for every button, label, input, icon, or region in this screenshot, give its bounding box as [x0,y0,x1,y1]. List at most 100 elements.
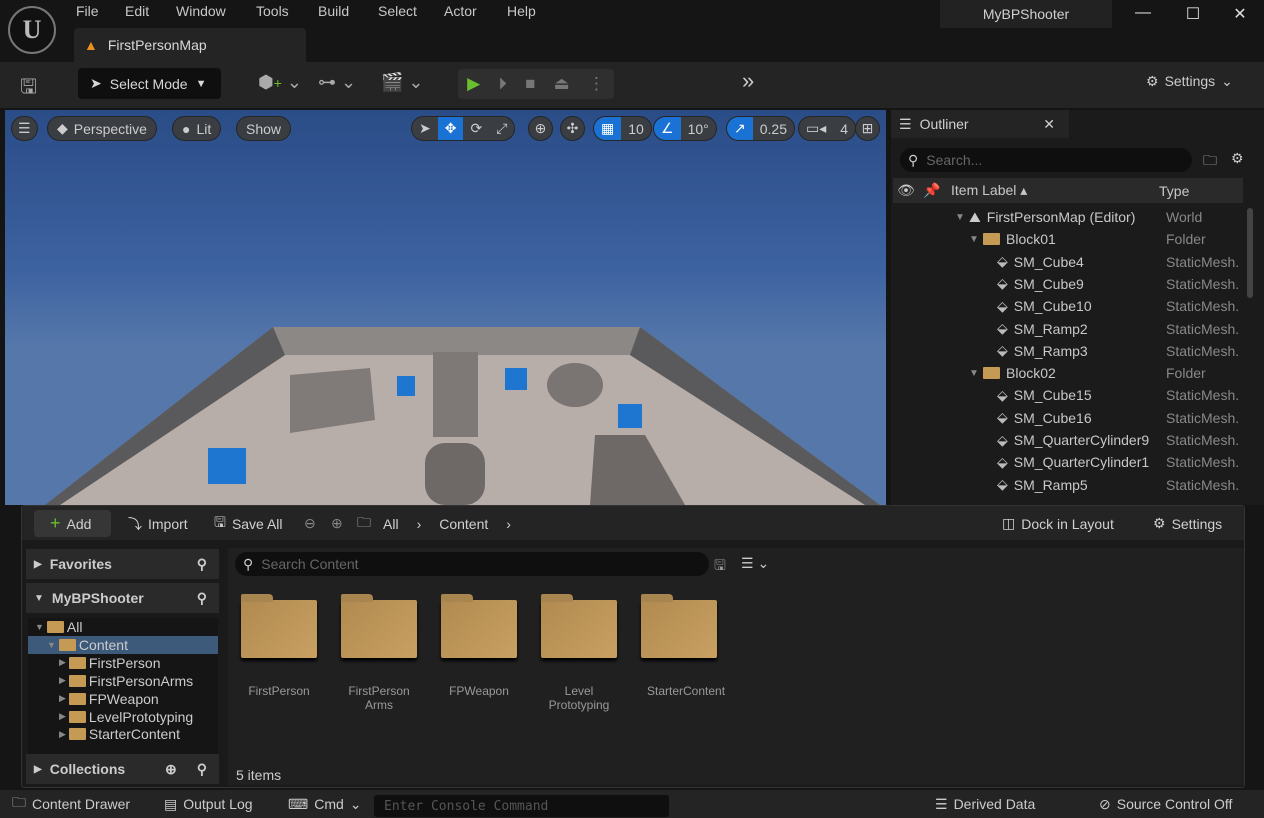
filter-icon[interactable]: ☰ ⌄ [741,555,769,572]
outliner-row[interactable]: ⬙ SM_Cube15 StaticMesh. [891,384,1246,406]
surface-snap-toggle[interactable]: ✣ [560,116,585,141]
select-mode-dropdown[interactable]: ➤ Select Mode ▼ [78,68,221,99]
pin-icon[interactable]: 📌 [919,182,945,199]
add-actor-icon[interactable]: ⬢+ ⌄ [258,72,302,93]
rotate-tool-icon[interactable]: ⟳ [463,117,489,140]
column-type[interactable]: Type [1153,183,1189,199]
expand-icon[interactable]: ▶ [59,711,66,722]
folder-tile[interactable]: FirstPerson Arms [334,594,424,712]
expand-icon[interactable]: ▶ [59,657,66,668]
favorites-section[interactable]: ▶ Favorites ⚲ [26,549,219,579]
eject-icon[interactable]: ⏏ [554,74,570,94]
layout-button[interactable]: ⊞ [855,116,880,141]
outliner-row[interactable]: ▼ ⛰ FirstPersonMap (Editor) World [891,206,1246,228]
world-local-toggle[interactable]: ⊕ [528,116,553,141]
gear-icon[interactable]: ⚙ [1231,150,1244,167]
outliner-search-input[interactable]: ⚲ Search... [900,148,1192,172]
level-viewport[interactable] [5,110,886,505]
perspective-button[interactable]: ◆ Perspective [47,116,157,141]
project-section[interactable]: ▼ MyBPShooter ⚲ [26,583,219,613]
outliner-row[interactable]: ▼ Block02 Folder [891,362,1246,384]
more-options-icon[interactable]: ⋮ [588,74,605,94]
outliner-row[interactable]: ▼ Block01 Folder [891,228,1246,250]
folder-tree-item[interactable]: ▶ LevelPrototyping [28,708,218,726]
search-icon[interactable]: ⚲ [197,556,207,573]
grid-snap[interactable]: ▦ 10 [593,116,652,141]
menu-window[interactable]: Window [176,3,226,19]
cmd-dropdown[interactable]: ⌨ Cmd ⌄ [288,790,362,818]
folder-tree-item[interactable]: ▶ FirstPerson [28,654,218,672]
close-button[interactable]: ✕ [1225,4,1255,24]
column-item-label[interactable]: Item Label ▴ [945,182,1153,199]
outliner-row[interactable]: ⬙ SM_Ramp3 StaticMesh. [891,340,1246,362]
expand-icon[interactable]: ▶ [59,675,66,686]
stop-icon[interactable]: ■ [525,74,535,94]
maximize-button[interactable]: ☐ [1178,4,1208,24]
outliner-scrollbar[interactable] [1247,208,1253,298]
add-button[interactable]: + Add [34,510,111,537]
select-tool-icon[interactable]: ➤ [412,117,438,140]
collections-section[interactable]: ▶ Collections ⊕ ⚲ [26,754,219,784]
outliner-row[interactable]: ⬙ SM_Cube9 StaticMesh. [891,273,1246,295]
visibility-icon[interactable]: 👁 [893,182,919,199]
derived-data-button[interactable]: ☰ Derived Data [935,790,1035,818]
content-search-input[interactable]: ⚲ Search Content [235,552,709,576]
show-button[interactable]: Show [236,116,292,141]
outliner-row[interactable]: ⬙ SM_Ramp5 StaticMesh. [891,474,1246,496]
menu-help[interactable]: Help [507,3,536,19]
folder-tree-item[interactable]: ▼ Content [28,635,218,654]
menu-edit[interactable]: Edit [125,3,149,19]
settings-button[interactable]: ⚙ Settings ⌄ [1146,73,1233,90]
collapse-icon[interactable]: ▼ [35,622,44,632]
close-icon[interactable]: ✕ [1043,116,1055,133]
unreal-logo[interactable]: U [8,6,56,54]
search-icon[interactable]: ⚲ [197,761,207,778]
lit-button[interactable]: ● Lit [172,116,222,141]
collapse-icon[interactable]: ▼ [969,234,983,245]
save-all-button[interactable]: 🖫 Save All [214,510,283,537]
forward-button[interactable]: ⊕ [331,510,343,537]
menu-actor[interactable]: Actor [444,3,477,19]
folder-tile[interactable]: FPWeapon [434,594,524,698]
save-icon[interactable]: 🖫 [20,72,37,106]
breadcrumb-content[interactable]: Content [439,516,488,532]
outliner-row[interactable]: ⬙ SM_Cube10 StaticMesh. [891,295,1246,317]
more-tools-icon[interactable]: » [742,68,754,94]
folder-tile[interactable]: Level Prototyping [534,594,624,712]
scale-snap[interactable]: ↗ 0.25 [726,116,795,141]
menu-select[interactable]: Select [378,3,417,19]
play-icon[interactable]: ▶ [467,74,480,94]
source-control-button[interactable]: ⊘ Source Control Off [1099,790,1232,818]
chevron-right-icon[interactable]: › [506,516,511,532]
console-input[interactable]: Enter Console Command [374,795,669,817]
step-icon[interactable]: ⏵ [498,74,507,94]
expand-icon[interactable]: ▶ [59,693,66,704]
blueprint-icon[interactable]: ⊶ ⌄ [318,72,356,93]
output-log-button[interactable]: ▤ Output Log [164,790,253,818]
minimize-button[interactable]: — [1128,4,1158,22]
folder-tile[interactable]: StarterContent [634,594,725,698]
translate-tool-icon[interactable]: ✥ [437,117,464,140]
menu-build[interactable]: Build [318,3,349,19]
expand-icon[interactable]: ▶ [59,729,66,740]
folder-tree-item[interactable]: ▼ All [28,618,218,636]
chevron-right-icon[interactable]: › [417,516,422,532]
collapse-icon[interactable]: ▼ [969,368,983,379]
breadcrumb-all[interactable]: All [383,516,399,532]
content-drawer-button[interactable]: 🗀 Content Drawer [12,790,130,818]
add-folder-icon[interactable]: 🗀 [1203,150,1217,174]
rotation-snap[interactable]: ∠ 10° [653,116,717,141]
menu-tools[interactable]: Tools [256,3,289,19]
menu-file[interactable]: File [76,3,99,19]
folder-tree-item[interactable]: ▶ FirstPersonArms [28,672,218,690]
folder-tree-item[interactable]: ▶ FPWeapon [28,690,218,708]
outliner-tab[interactable]: ☰ Outliner ✕ [891,110,1069,138]
back-button[interactable]: ⊖ [304,510,316,537]
add-collection-icon[interactable]: ⊕ [165,761,177,778]
outliner-row[interactable]: ⬙ SM_Ramp2 StaticMesh. [891,318,1246,340]
camera-speed[interactable]: ▭◂ 4 [798,116,857,141]
save-search-icon[interactable]: 🖫 [714,555,726,579]
viewport-menu-button[interactable]: ☰ [11,116,38,141]
outliner-row[interactable]: ⬙ SM_QuarterCylinder9 StaticMesh. [891,429,1246,451]
tab-map[interactable]: ▲ FirstPersonMap [74,28,306,62]
